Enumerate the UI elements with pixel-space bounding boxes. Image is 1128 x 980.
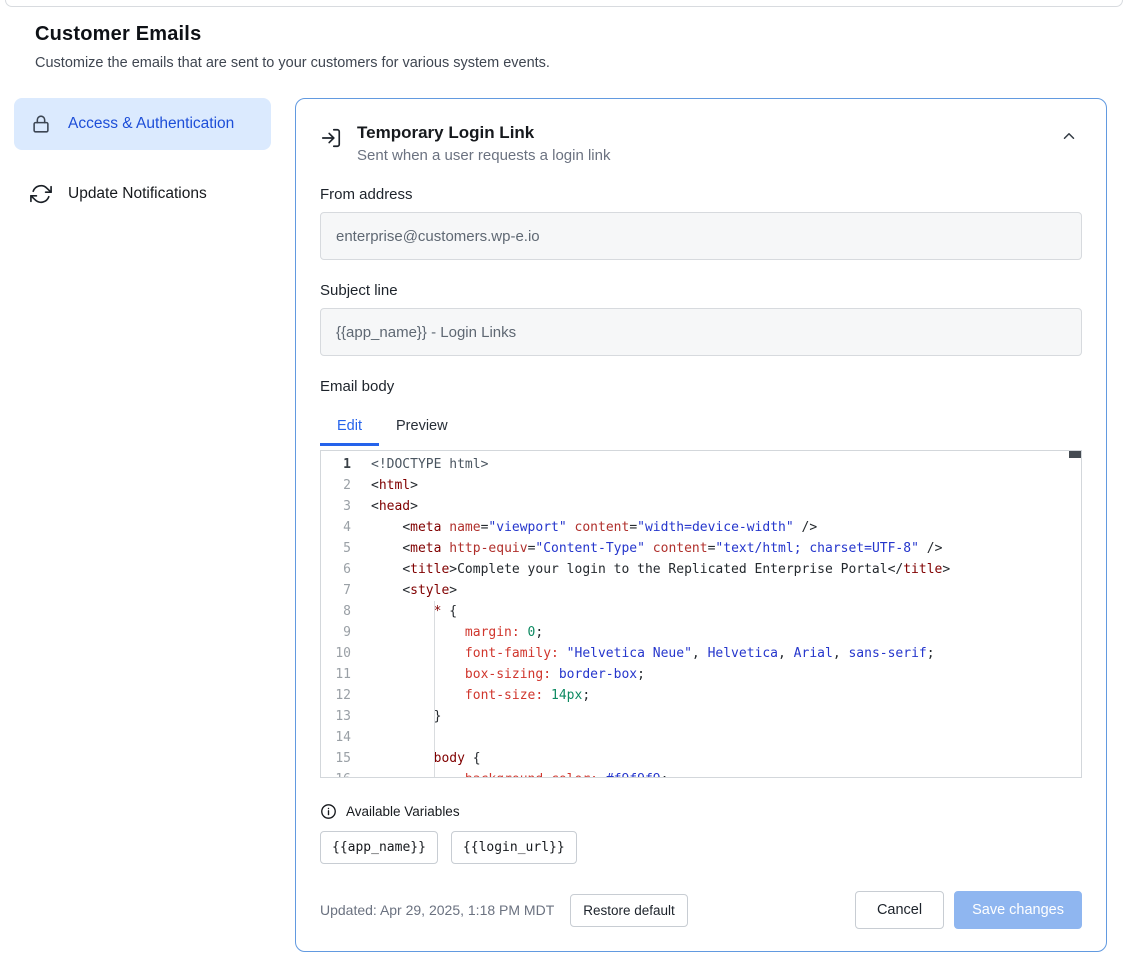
code-line[interactable]: background-color: #f9f9f9; <box>371 769 1081 777</box>
line-number: 14 <box>321 727 363 748</box>
code-line[interactable] <box>371 727 1081 748</box>
line-number: 5 <box>321 538 363 559</box>
page-title: Customer Emails <box>35 23 1093 46</box>
updated-timestamp: Updated: Apr 29, 2025, 1:18 PM MDT <box>320 902 554 918</box>
code-lines[interactable]: <!DOCTYPE html><html><head> <meta name="… <box>363 451 1081 777</box>
scrollbar-thumb[interactable] <box>1069 451 1081 458</box>
variable-chip[interactable]: {{login_url}} <box>451 831 577 864</box>
line-number: 7 <box>321 580 363 601</box>
line-number: 15 <box>321 748 363 769</box>
sidebar-item-label: Update Notifications <box>68 182 207 206</box>
sidebar-item-label: Access & Authentication <box>68 112 234 136</box>
info-icon <box>320 803 337 820</box>
line-number: 8 <box>321 601 363 622</box>
code-line[interactable]: * { <box>371 601 1081 622</box>
restore-default-button[interactable]: Restore default <box>570 894 688 927</box>
previous-card-bottom-edge <box>5 0 1123 7</box>
code-line[interactable]: <title>Complete your login to the Replic… <box>371 559 1081 580</box>
code-line[interactable]: <!DOCTYPE html> <box>371 454 1081 475</box>
code-editor[interactable]: 12345678910111213141516 <!DOCTYPE html><… <box>320 450 1082 778</box>
save-changes-button[interactable]: Save changes <box>954 891 1082 929</box>
line-number: 10 <box>321 643 363 664</box>
line-number: 9 <box>321 622 363 643</box>
line-number: 1 <box>321 454 363 475</box>
code-line[interactable]: font-family: "Helvetica Neue", Helvetica… <box>371 643 1081 664</box>
line-number: 12 <box>321 685 363 706</box>
tab-edit[interactable]: Edit <box>320 409 379 446</box>
email-types-sidebar: Access & Authentication Update Notificat… <box>14 98 271 220</box>
code-line[interactable]: margin: 0; <box>371 622 1081 643</box>
code-line[interactable]: <html> <box>371 475 1081 496</box>
lock-icon <box>30 113 52 135</box>
available-variables-row: Available Variables <box>320 803 1082 820</box>
code-line[interactable]: <style> <box>371 580 1081 601</box>
log-in-icon <box>320 127 342 164</box>
subject-line-label: Subject line <box>320 282 1082 299</box>
line-number: 4 <box>321 517 363 538</box>
tab-preview[interactable]: Preview <box>379 409 465 446</box>
email-body-label: Email body <box>320 378 1082 395</box>
subject-line-input[interactable] <box>320 308 1082 356</box>
panel-header: Temporary Login Link Sent when a user re… <box>320 123 1082 164</box>
code-line[interactable]: <head> <box>371 496 1081 517</box>
from-address-input[interactable] <box>320 212 1082 260</box>
refresh-icon <box>30 183 52 205</box>
indent-guide <box>434 601 435 777</box>
code-line[interactable]: <meta http-equiv="Content-Type" content=… <box>371 538 1081 559</box>
line-number: 13 <box>321 706 363 727</box>
cancel-button[interactable]: Cancel <box>855 891 944 929</box>
code-line[interactable]: } <box>371 706 1081 727</box>
sidebar-item-access-authentication[interactable]: Access & Authentication <box>14 98 271 150</box>
panel-footer: Updated: Apr 29, 2025, 1:18 PM MDT Resto… <box>320 891 1082 929</box>
main-layout: Access & Authentication Update Notificat… <box>0 98 1128 952</box>
code-line[interactable]: font-size: 14px; <box>371 685 1081 706</box>
email-settings-panel: Temporary Login Link Sent when a user re… <box>295 98 1107 952</box>
variable-chips: {{app_name}} {{login_url}} <box>320 831 1082 864</box>
from-address-label: From address <box>320 186 1082 203</box>
line-number: 3 <box>321 496 363 517</box>
sidebar-item-update-notifications[interactable]: Update Notifications <box>14 168 271 220</box>
editor-tabs: Edit Preview <box>320 409 1082 446</box>
panel-header-text: Temporary Login Link Sent when a user re… <box>357 123 610 164</box>
line-number: 2 <box>321 475 363 496</box>
code-line[interactable]: box-sizing: border-box; <box>371 664 1081 685</box>
chevron-up-icon <box>1060 133 1078 148</box>
available-variables-label: Available Variables <box>346 804 460 819</box>
variable-chip[interactable]: {{app_name}} <box>320 831 438 864</box>
page-subtitle: Customize the emails that are sent to yo… <box>35 55 1093 71</box>
code-line[interactable]: <meta name="viewport" content="width=dev… <box>371 517 1081 538</box>
collapse-panel-button[interactable] <box>1056 123 1082 152</box>
line-number: 11 <box>321 664 363 685</box>
code-line[interactable]: body { <box>371 748 1081 769</box>
line-number: 6 <box>321 559 363 580</box>
page-header: Customer Emails Customize the emails tha… <box>35 23 1093 71</box>
panel-subtitle: Sent when a user requests a login link <box>357 147 610 164</box>
line-number: 16 <box>321 769 363 778</box>
panel-title: Temporary Login Link <box>357 123 610 143</box>
editor-gutter: 12345678910111213141516 <box>321 451 363 777</box>
